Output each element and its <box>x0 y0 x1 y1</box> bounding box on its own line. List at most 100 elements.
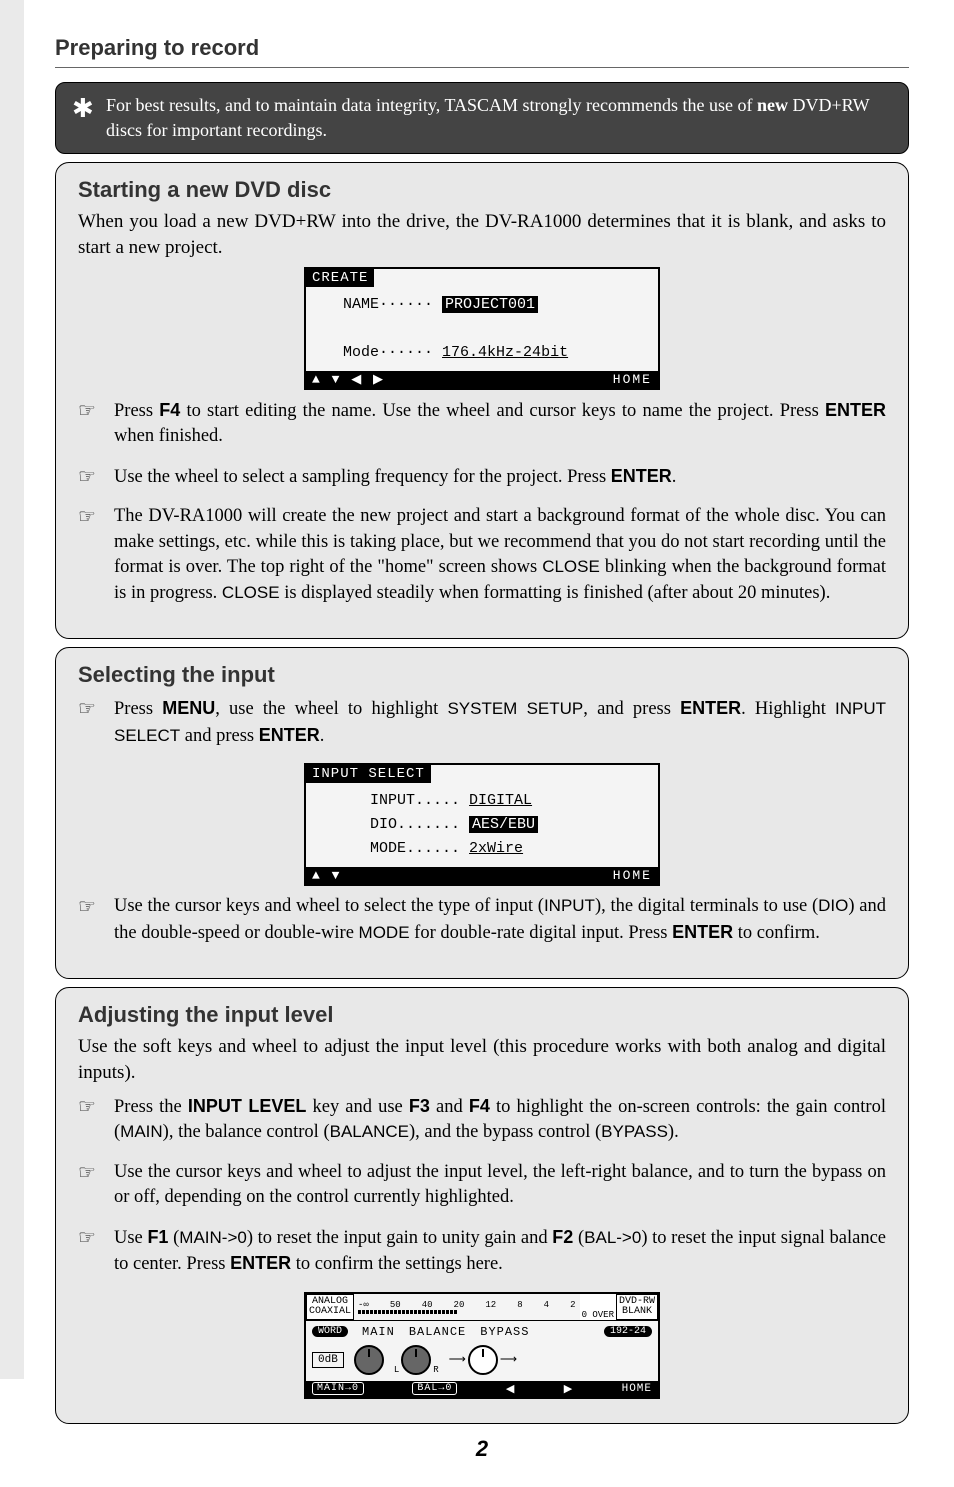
lcd3-balance-label: BALANCE <box>409 1325 466 1339</box>
lcd3-label-row: WORD MAIN BALANCE BYPASS 192-24 <box>306 1321 658 1343</box>
key-label: INPUT LEVEL <box>188 1096 307 1116</box>
balance-knob-icon <box>401 1345 431 1375</box>
section2-bullets-top: Press MENU, use the wheel to highlight S… <box>78 696 886 749</box>
lcd3-nav-left: ◀ <box>506 1382 515 1396</box>
bypass-knob-icon <box>468 1345 498 1375</box>
panel-starting-new-dvd: Starting a new DVD disc When you load a … <box>55 162 909 639</box>
bullet-item: Use the cursor keys and wheel to select … <box>78 894 886 946</box>
meter-tick: 4 <box>544 1300 549 1310</box>
lcd3-main-label: MAIN <box>362 1325 395 1339</box>
section3-heading: Adjusting the input level <box>78 1002 886 1028</box>
lcd3-over-tag: 0 OVER <box>580 1294 616 1320</box>
lcd3-db-label: 0dB <box>312 1352 344 1368</box>
lcd2-input-value: DIGITAL <box>469 792 532 809</box>
note-text-prefix: For best results, and to maintain data i… <box>106 95 757 115</box>
lcd1-mode-label: Mode······ <box>343 344 433 361</box>
meter-tick: 40 <box>422 1300 433 1310</box>
lcd3-right-tag-bot: BLANK <box>622 1307 652 1317</box>
page-number: 2 <box>55 1436 909 1462</box>
meter-tick: 2 <box>570 1300 575 1310</box>
lcd3-knob-row: 0dB L R ⟶ ⟶ <box>306 1343 658 1381</box>
screen-term: SYSTEM SETUP <box>447 699 583 718</box>
key-label: ENTER <box>259 725 320 745</box>
screen-term: INPUT <box>544 896 595 915</box>
bullet-item: Use the cursor keys and wheel to adjust … <box>78 1160 886 1211</box>
right-mark: R <box>433 1365 438 1375</box>
key-label: F3 <box>409 1096 430 1116</box>
lcd2-title: INPUT SELECT <box>306 765 431 783</box>
lcd3-left-tag: ANALOG COAXIAL <box>306 1294 354 1320</box>
key-label: F4 <box>159 400 180 420</box>
lcd3-over-label: 0 OVER <box>582 1310 614 1320</box>
lcd3-bars <box>356 1310 578 1314</box>
bullet-item: Use F1 (MAIN->0) to reset the input gain… <box>78 1225 886 1278</box>
lcd1-name-value: PROJECT001 <box>442 296 538 313</box>
lcd3-rate-badge: 192-24 <box>604 1326 652 1337</box>
lcd2-body: INPUT..... DIGITAL DIO....... AES/EBU MO… <box>306 783 658 867</box>
lcd1-wrap: CREATE NAME······ PROJECT001 Mode······ … <box>78 267 886 390</box>
lcd3-nav-right: ▶ <box>564 1382 573 1396</box>
meter-tick: 50 <box>390 1300 401 1310</box>
lcd2-mode-label: MODE...... <box>370 840 460 857</box>
lcd2-dio-value: AES/EBU <box>469 816 538 833</box>
lcd1-body: NAME······ PROJECT001 Mode······ 176.4kH… <box>306 287 658 371</box>
screen-term: MAIN->0 <box>179 1228 247 1247</box>
lcd-create: CREATE NAME······ PROJECT001 Mode······ … <box>304 267 660 390</box>
bypass-arrow-right: ⟶ <box>500 1352 517 1367</box>
top-heading: Preparing to record <box>55 35 909 61</box>
lcd1-footer-home: HOME <box>613 372 652 387</box>
lcd3-left-tag-bot: COAXIAL <box>309 1307 351 1317</box>
section1-bullets: Press F4 to start editing the name. Use … <box>78 398 886 607</box>
lcd3-f2: BAL→0 <box>412 1382 457 1395</box>
lcd1-name-label: NAME······ <box>343 296 433 313</box>
lcd3-wrap: ANALOG COAXIAL -∞ 50 40 20 12 8 4 2 0 OVER DVD-… <box>78 1292 886 1399</box>
bypass-arrow-left: ⟶ <box>449 1352 466 1367</box>
section2-heading: Selecting the input <box>78 662 886 688</box>
lcd2-dio-label: DIO....... <box>370 816 460 833</box>
meter-tick: 8 <box>517 1300 522 1310</box>
meter-tick: 20 <box>454 1300 465 1310</box>
main-knob-icon <box>354 1345 384 1375</box>
section3-bullets: Press the INPUT LEVEL key and use F3 and… <box>78 1094 886 1278</box>
lcd1-title: CREATE <box>306 269 374 287</box>
heading-divider <box>55 67 909 68</box>
lcd3-ticks: -∞ 50 40 20 12 8 4 2 <box>356 1300 578 1310</box>
bullet-item: Press MENU, use the wheel to highlight S… <box>78 696 886 749</box>
left-mark: L <box>394 1365 399 1375</box>
key-label: MENU <box>162 698 215 718</box>
key-label: F1 <box>147 1227 168 1247</box>
lcd2-footer-arrows: ▲ ▼ <box>312 868 341 883</box>
bullet-item: Press F4 to start editing the name. Use … <box>78 398 886 450</box>
screen-term: CLOSE <box>222 583 280 602</box>
lcd3-f1: MAIN→0 <box>312 1382 364 1395</box>
section3-lead: Use the soft keys and wheel to adjust th… <box>78 1034 886 1085</box>
lcd3-footer: MAIN→0 BAL→0 ◀ ▶ HOME <box>306 1381 658 1397</box>
screen-term: BYPASS <box>601 1122 668 1141</box>
lcd3-meter: -∞ 50 40 20 12 8 4 2 <box>354 1294 580 1320</box>
lcd3-bypass-label: BYPASS <box>480 1325 529 1339</box>
screen-term: BALANCE <box>330 1122 409 1141</box>
meter-tick: -∞ <box>358 1300 369 1310</box>
key-label: F2 <box>552 1227 573 1247</box>
key-label: ENTER <box>825 400 886 420</box>
screen-term: MAIN <box>120 1122 163 1141</box>
bullet-item: Use the wheel to select a sampling frequ… <box>78 464 886 491</box>
lcd2-input-label: INPUT..... <box>370 792 460 809</box>
lcd1-footer: ▲ ▼ ◀ ▶ HOME <box>306 371 658 388</box>
bullet-item: Press the INPUT LEVEL key and use F3 and… <box>78 1094 886 1146</box>
lcd2-footer: ▲ ▼ HOME <box>306 867 658 884</box>
lcd3-right-tag: DVD-RW BLANK <box>616 1294 658 1320</box>
lcd3-meter-row: ANALOG COAXIAL -∞ 50 40 20 12 8 4 2 0 OVER DVD-… <box>306 1294 658 1321</box>
key-label: ENTER <box>611 466 672 486</box>
screen-term: DIO <box>818 896 848 915</box>
key-label: F4 <box>469 1096 490 1116</box>
panel-selecting-input: Selecting the input Press MENU, use the … <box>55 647 909 979</box>
screen-term: BAL->0 <box>584 1228 641 1247</box>
note-bold: new <box>757 95 788 115</box>
lcd2-mode-value: 2xWire <box>469 840 523 857</box>
key-label: ENTER <box>672 922 733 942</box>
key-label: ENTER <box>680 698 741 718</box>
lcd1-footer-arrows: ▲ ▼ ◀ ▶ <box>312 372 385 387</box>
meter-tick: 12 <box>485 1300 496 1310</box>
section1-lead: When you load a new DVD+RW into the driv… <box>78 209 886 260</box>
